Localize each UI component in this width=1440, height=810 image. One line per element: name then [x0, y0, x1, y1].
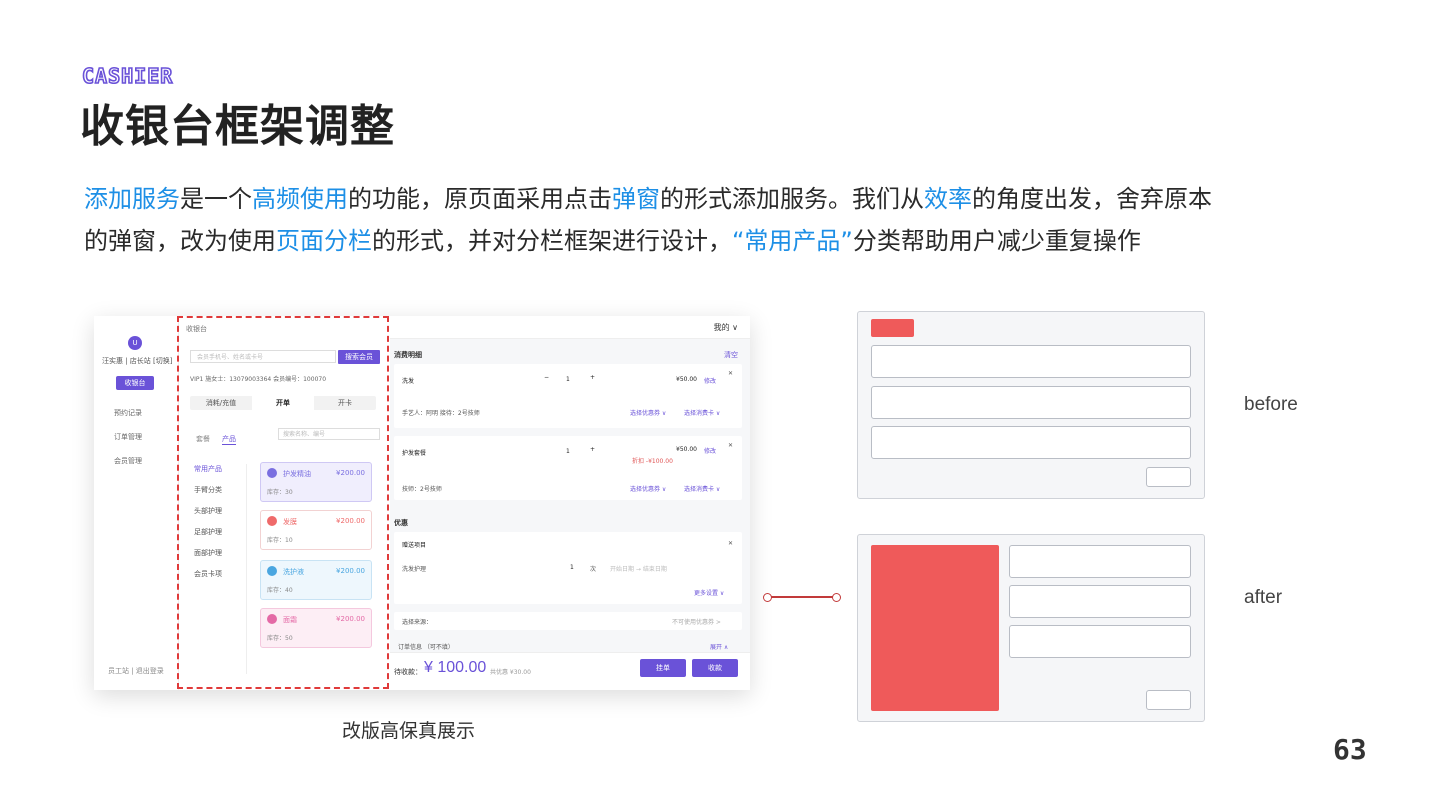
description-text: 是一个 [180, 185, 252, 213]
highlight-text: 添加服务 [84, 185, 180, 213]
line-item-card: 洗发 − 1 + ¥50.00 修改 ✕ 手艺人：阿明 接待：2号技师 选择优惠… [394, 364, 742, 428]
hold-order-button[interactable]: 挂单 [640, 659, 686, 677]
edit-link[interactable]: 修改 [704, 446, 716, 455]
wire-button [1146, 690, 1191, 710]
description-line-1: 添加服务是一个高频使用的功能，原页面采用点击弹窗的形式添加服务。我们从效率的角度… [84, 178, 1374, 220]
line-item-card: 护发套餐 1 + ¥50.00 修改 ✕ 折扣 -¥100.00 技师：2号技师… [394, 436, 742, 500]
qty-plus-icon[interactable]: + [590, 374, 595, 381]
wire-panel-red [871, 545, 999, 711]
item-name: 护发套餐 [402, 450, 427, 457]
detail-title: 消费明细 [394, 351, 422, 359]
avatar[interactable]: U [128, 336, 142, 350]
order-info-toggle[interactable]: 展开 ∧ [710, 642, 728, 651]
pay-amount: ¥ 100.00 [424, 659, 487, 676]
close-icon[interactable]: ✕ [728, 442, 733, 449]
coupon-select[interactable]: 选择优惠券 ∨ [630, 484, 666, 493]
nav-item-orders[interactable]: 订单管理 [114, 432, 142, 442]
highlight-text: 效率 [924, 185, 972, 213]
highlight-text: 高频使用 [252, 185, 348, 213]
wire-field [871, 345, 1191, 378]
edit-link[interactable]: 修改 [704, 376, 716, 385]
before-label: before [1244, 394, 1298, 415]
item-staff: 技师：2号技师 [402, 486, 442, 493]
wire-field [1009, 545, 1191, 578]
nav-user-info: 汪实惠 | 店长站 [切换] [102, 357, 173, 365]
nav-item-appointments[interactable]: 预约记录 [114, 408, 142, 418]
highlight-frame [177, 316, 389, 689]
before-wireframe [857, 311, 1205, 499]
item-qty[interactable]: 1 [566, 448, 570, 455]
mockup-caption: 改版高保真展示 [342, 720, 476, 742]
description-text: 的形式添加服务。我们从 [660, 185, 924, 213]
wire-button [1146, 467, 1191, 487]
cashier-nav-button[interactable]: 收银台 [116, 376, 154, 390]
order-info-label: 订单信息 （可不填） [398, 644, 454, 651]
wire-field [871, 386, 1191, 419]
item-qty[interactable]: 1 [566, 376, 570, 383]
page-title: 收银台框架调整 [80, 101, 395, 152]
pay-label: 待收款： [394, 668, 422, 676]
highlight-text: 页面分栏 [276, 227, 372, 255]
wire-button-red [871, 319, 914, 337]
highlight-text: 弹窗 [612, 185, 660, 213]
close-icon[interactable]: ✕ [728, 540, 733, 547]
wire-field [1009, 625, 1191, 658]
promo-unit: 次 [590, 566, 597, 573]
item-price: ¥50.00 [676, 376, 697, 383]
description-text: 分类帮助用户减少重复操作 [852, 227, 1141, 255]
coupon-select[interactable]: 选择优惠券 ∨ [630, 408, 666, 417]
item-price: ¥50.00 [676, 446, 697, 453]
pay-discount: 共优惠 ¥30.00 [490, 669, 531, 676]
promo-card: 赠送项目 ✕ 洗发护理 1 次 开始日期 → 结束日期 更多设置 ∨ [394, 532, 742, 604]
source-row[interactable]: 选择来源： 不可使用优惠券 > [394, 612, 742, 630]
wire-field [871, 426, 1191, 459]
date-range-input[interactable]: 开始日期 → 结束日期 [610, 564, 667, 573]
card-select[interactable]: 选择消费卡 ∨ [684, 484, 720, 493]
section-kicker: CASHIER [81, 63, 174, 89]
promo-qty[interactable]: 1 [570, 564, 574, 571]
wire-field [1009, 585, 1191, 618]
description-line-2: 的弹窗，改为使用页面分栏的形式，并对分栏框架进行设计，“常用产品”分类帮助用户减… [84, 220, 1374, 262]
qty-minus-icon[interactable]: − [544, 374, 549, 381]
description-text: 的角度出发，舍弃原本 [972, 185, 1212, 213]
promo-title: 优惠 [394, 519, 408, 527]
item-staff: 手艺人：阿明 接待：2号技师 [402, 410, 480, 417]
connector-dot [832, 593, 841, 602]
description: 添加服务是一个高频使用的功能，原页面采用点击弹窗的形式添加服务。我们从效率的角度… [84, 178, 1374, 262]
checkout-button[interactable]: 收款 [692, 659, 738, 677]
promo-item: 洗发护理 [402, 566, 427, 573]
source-value[interactable]: 不可使用优惠券 > [672, 617, 721, 626]
source-label: 选择来源： [402, 619, 433, 626]
mockup-sidebar: U 汪实惠 | 店长站 [切换] 收银台 预约记录 订单管理 会员管理 员工站 … [94, 316, 179, 690]
nav-item-members[interactable]: 会员管理 [114, 456, 142, 466]
description-text: 的弹窗，改为使用 [84, 227, 276, 255]
more-settings-link[interactable]: 更多设置 ∨ [694, 588, 724, 597]
close-icon[interactable]: ✕ [728, 370, 733, 377]
card-select[interactable]: 选择消费卡 ∨ [684, 408, 720, 417]
page-number: 63 [1333, 733, 1367, 766]
qty-plus-icon[interactable]: + [590, 446, 595, 453]
promo-card-title: 赠送项目 [402, 542, 427, 549]
connector-dot [763, 593, 772, 602]
top-bar: 我的 ∨ [390, 316, 750, 339]
highlight-text: “常用产品” [732, 227, 853, 255]
item-name: 洗发 [402, 378, 415, 385]
user-menu[interactable]: 我的 ∨ [714, 322, 738, 333]
clear-link[interactable]: 清空 [724, 350, 738, 360]
description-text: 的形式，并对分栏框架进行设计， [372, 227, 732, 255]
order-detail-panel: 我的 ∨ 消费明细 清空 洗发 − 1 + ¥50.00 修改 ✕ 手艺人：阿明… [390, 316, 750, 690]
item-discount: 折扣 -¥100.00 [632, 458, 673, 465]
description-text: 的功能，原页面采用点击 [348, 185, 612, 213]
connector-line [766, 596, 838, 598]
nav-footer[interactable]: 员工站 | 退出登录 [108, 666, 164, 676]
after-wireframe [857, 534, 1205, 722]
payment-bar: 待收款： ¥ 100.00 共优惠 ¥30.00 挂单 收款 [390, 652, 750, 690]
after-label: after [1244, 587, 1283, 608]
